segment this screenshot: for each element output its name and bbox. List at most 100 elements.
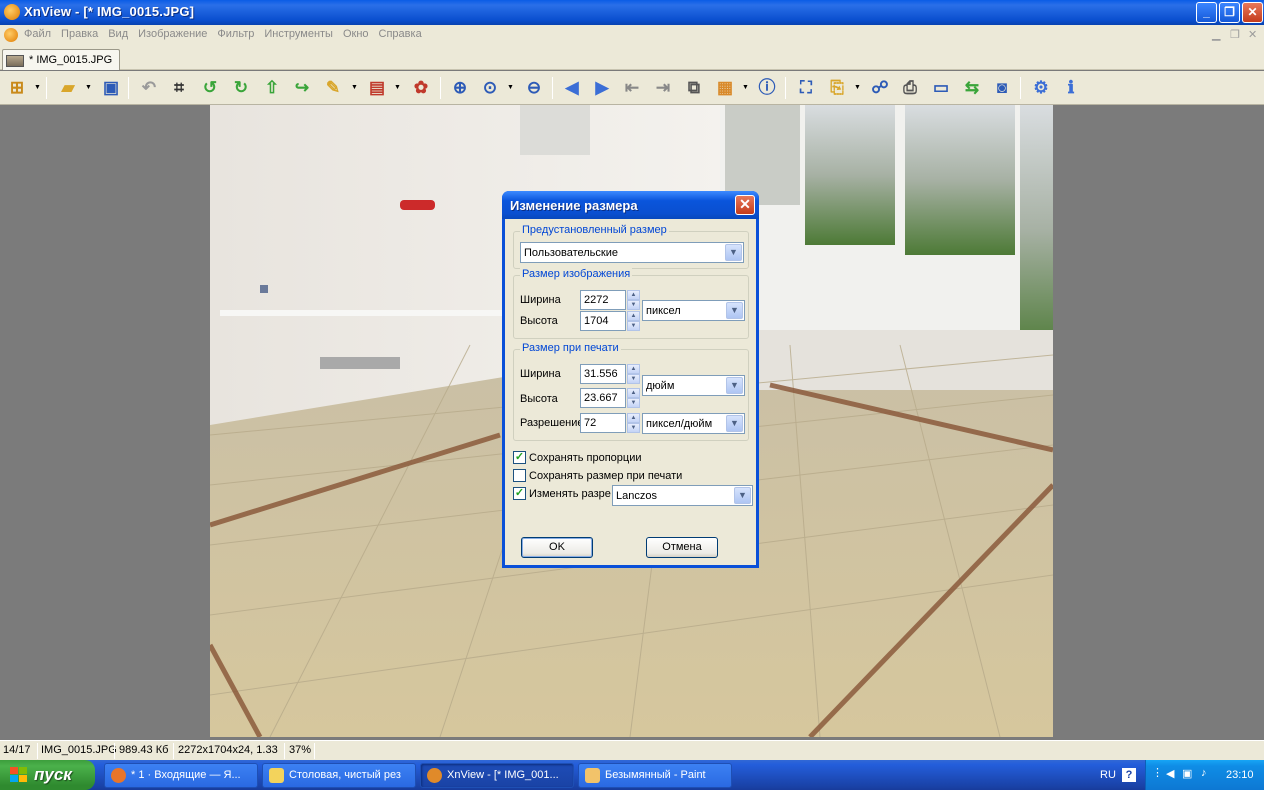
chevron-down-icon[interactable]: ▼ (725, 244, 742, 261)
print-unit-select[interactable]: дюйм ▼ (642, 375, 745, 396)
menu-filter[interactable]: Фильтр (217, 28, 254, 40)
convert-icon[interactable]: ⇆ (961, 77, 983, 99)
effects-icon[interactable]: ✿ (410, 77, 432, 99)
menu-view[interactable]: Вид (108, 28, 128, 40)
print-height-stepper[interactable]: ▲ ▼ (627, 388, 640, 408)
chevron-down-icon[interactable]: ▼ (734, 487, 751, 504)
task-xnview[interactable]: XnView - [* IMG_001... (420, 763, 574, 788)
color-icon[interactable]: ▤ (366, 77, 388, 99)
chevron-down-icon[interactable]: ▼ (85, 84, 92, 91)
minimize-button[interactable]: _ (1196, 2, 1217, 23)
zoom-icon[interactable]: ⊙ (479, 77, 501, 99)
menu-file[interactable]: Файл (24, 28, 51, 40)
save-icon[interactable]: ▣ (100, 77, 122, 99)
first-icon[interactable]: ⇤ (621, 77, 643, 99)
flip-icon[interactable]: ⇧ (261, 77, 283, 99)
resolution-input[interactable]: 72 (580, 413, 626, 433)
task-folder[interactable]: Столовая, чистый рез (262, 763, 416, 788)
dialog-close-button[interactable]: ✕ (735, 195, 755, 215)
last-icon[interactable]: ⇥ (652, 77, 674, 99)
keep-print-size-checkbox[interactable] (513, 469, 526, 482)
zoom-out-icon[interactable]: ⊖ (523, 77, 545, 99)
start-button[interactable]: пуск (0, 760, 95, 790)
print-icon[interactable]: ⎙ (899, 77, 921, 99)
undo-icon[interactable]: ↶ (138, 77, 160, 99)
settings-icon[interactable]: ⚙ (1030, 77, 1052, 99)
network-icon[interactable]: ▣ (1182, 767, 1192, 780)
chevron-down-icon[interactable]: ▼ (726, 302, 743, 319)
scan-icon[interactable]: ▭ (930, 77, 952, 99)
tray-expand-icon[interactable]: ⋮ (1152, 766, 1163, 779)
cancel-button[interactable]: Отмена (646, 537, 718, 558)
adjust-icon[interactable]: ✎ (322, 77, 344, 99)
zoom-in-icon[interactable]: ⊕ (449, 77, 471, 99)
mdi-restore-icon[interactable]: ❐ (1230, 28, 1240, 41)
image-unit-select[interactable]: пиксел ▼ (642, 300, 745, 321)
image-height-input[interactable]: 1704 (580, 311, 626, 331)
image-width-input[interactable]: 2272 (580, 290, 626, 310)
image-height-label: Высота (520, 315, 558, 327)
fit-icon[interactable]: ⛶ (795, 77, 817, 99)
crop-icon[interactable]: ⌗ (168, 77, 190, 99)
task-firefox[interactable]: * 1 · Входящие — Я... (104, 763, 258, 788)
chevron-down-icon[interactable]: ▼ (507, 84, 514, 91)
resample-method-select[interactable]: Lanczos ▼ (612, 485, 753, 506)
find-icon[interactable]: ☍ (869, 77, 891, 99)
status-filename: IMG_0015.JPG (41, 744, 117, 756)
image-height-stepper[interactable]: ▲ ▼ (627, 311, 640, 331)
chevron-left-icon[interactable]: ◀ (1166, 767, 1174, 780)
menu-window[interactable]: Окно (343, 28, 369, 40)
help-icon[interactable]: ? (1122, 768, 1136, 782)
dialog-titlebar[interactable]: Изменение размера ✕ (502, 191, 759, 219)
clock[interactable]: 23:10 (1226, 769, 1254, 781)
print-width-stepper[interactable]: ▲ ▼ (627, 364, 640, 384)
preset-select[interactable]: Пользовательские ▼ (520, 242, 744, 263)
resolution-unit-select[interactable]: пиксел/дюйм ▼ (642, 413, 745, 434)
keep-ratio-checkbox[interactable]: ✓ (513, 451, 526, 464)
fullscreen-icon[interactable]: ⧉ (683, 77, 705, 99)
close-button[interactable]: ✕ (1242, 2, 1263, 23)
rotate-right-icon[interactable]: ↻ (230, 77, 252, 99)
window-titlebar[interactable]: XnView - [* IMG_0015.JPG] _ ❐ ✕ (0, 0, 1264, 25)
chevron-down-icon[interactable]: ▼ (351, 84, 358, 91)
rotate-left-icon[interactable]: ↺ (199, 77, 221, 99)
chevron-down-icon[interactable]: ▼ (726, 377, 743, 394)
slideshow-icon[interactable]: ▦ (714, 77, 736, 99)
next-icon[interactable]: ▶ (591, 77, 613, 99)
chevron-down-icon[interactable]: ▼ (726, 415, 743, 432)
rotate-icon[interactable]: ↪ (291, 77, 313, 99)
menu-image[interactable]: Изображение (138, 28, 207, 40)
menu-help[interactable]: Справка (379, 28, 422, 40)
about-icon[interactable]: ℹ (1060, 77, 1082, 99)
ok-button[interactable]: OK (521, 537, 593, 558)
chevron-down-icon[interactable]: ▼ (854, 84, 861, 91)
chevron-down-icon[interactable]: ▼ (394, 84, 401, 91)
resolution-stepper[interactable]: ▲ ▼ (627, 413, 640, 433)
chevron-down-icon[interactable]: ▼ (742, 84, 749, 91)
document-icon[interactable] (4, 28, 18, 42)
capture-icon[interactable]: ◙ (991, 77, 1013, 99)
language-indicator[interactable]: RU (1100, 769, 1116, 781)
resample-checkbox[interactable]: ✓ (513, 487, 526, 500)
export-icon[interactable]: ⎘ (826, 77, 848, 99)
mdi-minimize-icon[interactable]: ▁ (1212, 28, 1220, 41)
print-height-label: Высота (520, 393, 558, 405)
task-paint[interactable]: Безымянный - Paint (578, 763, 732, 788)
restore-button[interactable]: ❐ (1219, 2, 1240, 23)
properties-icon[interactable]: ⓘ (756, 77, 778, 99)
open-icon[interactable]: ▰ (57, 77, 79, 99)
window-title: XnView - [* IMG_0015.JPG] (24, 4, 195, 19)
print-width-label: Ширина (520, 368, 561, 380)
tab-img-0015[interactable]: * IMG_0015.JPG (2, 49, 120, 70)
volume-icon[interactable]: ♪ (1201, 767, 1207, 779)
image-width-stepper[interactable]: ▲ ▼ (627, 290, 640, 310)
chevron-down-icon[interactable]: ▼ (34, 84, 41, 91)
browser-icon[interactable]: ⊞ (6, 77, 28, 99)
print-height-input[interactable]: 23.667 (580, 388, 626, 408)
menu-edit[interactable]: Правка (61, 28, 98, 40)
prev-icon[interactable]: ◀ (561, 77, 583, 99)
resize-dialog: Изменение размера ✕ Предустановленный ра… (502, 191, 759, 568)
mdi-close-icon[interactable]: ✕ (1248, 28, 1257, 41)
menu-tools[interactable]: Инструменты (264, 28, 333, 40)
print-width-input[interactable]: 31.556 (580, 364, 626, 384)
